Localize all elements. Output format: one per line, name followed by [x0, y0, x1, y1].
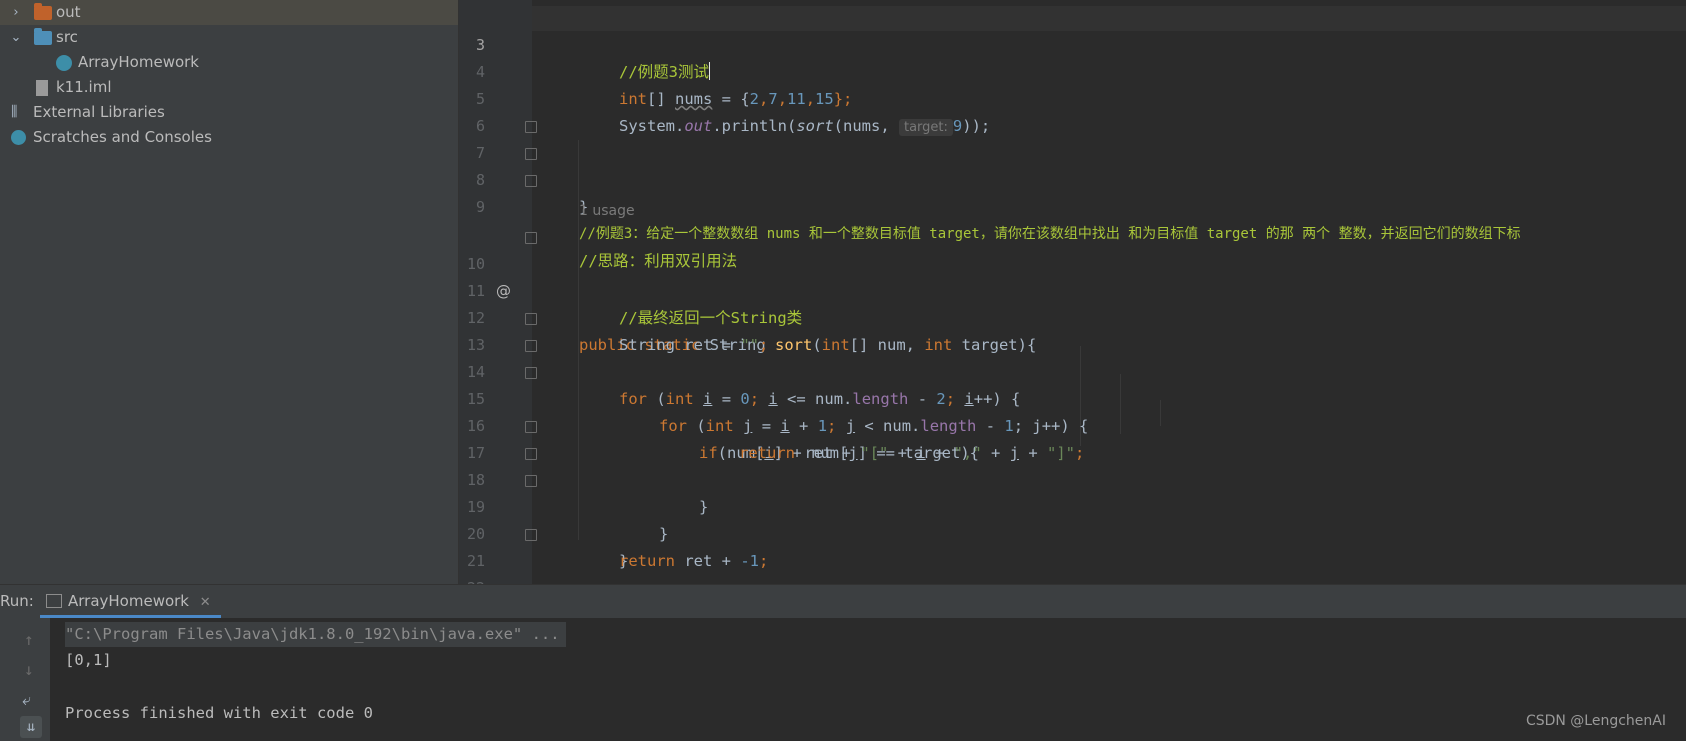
- fold-marker-icon[interactable]: [525, 232, 537, 244]
- fold-marker-icon[interactable]: [525, 448, 537, 460]
- code-line: 16 return ret + "[" + i + "," + j + "]";: [459, 386, 1686, 462]
- soft-wrap-icon[interactable]: ⤶: [22, 690, 31, 710]
- code-line: 6: [459, 86, 1686, 135]
- console-icon: [46, 594, 62, 608]
- console-output-line: Process finished with exit code 0: [65, 704, 373, 722]
- run-tab-label: ArrayHomework: [68, 592, 189, 610]
- code-line: 3 //例题3测试: [459, 5, 1686, 81]
- tree-item-out[interactable]: › out: [0, 0, 458, 25]
- code-line: 22 }: [459, 548, 1686, 584]
- arrow-down-icon[interactable]: ↓: [24, 660, 34, 679]
- chevron-right-icon[interactable]: ›: [9, 0, 23, 25]
- project-tree-panel: › out ⌄ src ArrayHomework k11.iml ⫼ Exte…: [0, 0, 458, 584]
- java-class-icon: [56, 55, 72, 71]
- run-console[interactable]: ↑ ↓ ⤶ ⇊ "C:\Program Files\Java\jdk1.8.0_…: [0, 618, 1686, 741]
- tree-item-label: k11.iml: [56, 78, 112, 96]
- run-toolwindow-header: Run: ArrayHomework ✕: [0, 584, 1686, 618]
- tree-item-scratches[interactable]: Scratches and Consoles: [0, 125, 458, 150]
- line-number: 22: [459, 575, 485, 584]
- close-icon[interactable]: ✕: [200, 595, 211, 610]
- fold-marker-icon[interactable]: [525, 367, 537, 379]
- folder-icon: [34, 28, 52, 45]
- code-line: 4 int[] nums = {2,7,11,15};: [459, 32, 1686, 108]
- run-tab-arrayhomework[interactable]: ArrayHomework ✕: [40, 585, 221, 618]
- folder-icon: [34, 3, 52, 20]
- code-line: 7 }: [459, 113, 1686, 216]
- tree-item-label: ArrayHomework: [78, 53, 199, 71]
- fold-marker-icon[interactable]: [525, 313, 537, 325]
- fold-marker-icon[interactable]: [525, 475, 537, 487]
- code-line: 12 String ret = "";: [459, 278, 1686, 354]
- console-output-line: [0,1]: [65, 651, 112, 669]
- tree-item-k11-iml[interactable]: k11.iml: [0, 75, 458, 100]
- tree-item-label: External Libraries: [33, 103, 165, 121]
- fold-marker-icon[interactable]: [525, 175, 537, 187]
- code-editor[interactable]: 3 //例题3测试 4 int[] nums = {2,7,11,15}; 5 …: [459, 0, 1686, 584]
- chevron-down-icon[interactable]: ⌄: [9, 25, 23, 50]
- line-number: 9: [475, 198, 485, 216]
- code-line: 5 System.out.println(sort(nums, target: 9…: [459, 59, 1686, 136]
- code-line: 18 }: [459, 440, 1686, 543]
- arrow-up-icon[interactable]: ↑: [24, 630, 34, 649]
- fold-marker-icon[interactable]: [525, 148, 537, 160]
- code-line: 10 @ public static String sort(int[] num…: [459, 224, 1686, 354]
- code-line: 15 if(num[i] + num[j] == target){: [459, 359, 1686, 462]
- tree-item-label: Scratches and Consoles: [33, 128, 212, 146]
- fold-marker-icon[interactable]: [525, 421, 537, 433]
- tree-item-label: out: [56, 3, 81, 21]
- console-toolbar: ↑ ↓ ⤶ ⇊: [0, 618, 50, 741]
- code-line: 11 //最终返回一个String类: [459, 251, 1686, 327]
- scroll-to-end-icon[interactable]: ⇊: [20, 716, 42, 738]
- code-line: 14 for (int j = i + 1; j < num.length - …: [459, 332, 1686, 435]
- console-command-line: "C:\Program Files\Java\jdk1.8.0_192\bin\…: [65, 622, 566, 647]
- tree-item-external-libraries[interactable]: ⫼ External Libraries: [0, 100, 458, 125]
- usage-hint[interactable]: 1 usage: [579, 203, 635, 219]
- tree-item-arrayhomework[interactable]: ArrayHomework: [0, 50, 458, 75]
- fold-marker-icon[interactable]: [525, 529, 537, 541]
- libraries-icon: ⫼: [11, 104, 18, 120]
- code-line: 13 for (int i = 0; i <= num.length - 2; …: [459, 305, 1686, 408]
- fold-marker-icon[interactable]: [525, 121, 537, 133]
- run-label: Run:: [0, 592, 34, 610]
- code-line: 9 //思路：利用双引用法: [459, 167, 1686, 270]
- watermark: CSDN @LengchenAI: [1525, 713, 1666, 729]
- tree-item-src[interactable]: ⌄ src: [0, 25, 458, 50]
- code-line: 8 //例题3：给定一个整数数组 nums 和一个整数目标值 target，请你…: [459, 140, 1686, 242]
- code-line: 21 }: [459, 521, 1686, 570]
- tree-item-label: src: [56, 28, 78, 46]
- file-icon: [36, 80, 48, 96]
- scratches-icon: [11, 130, 26, 145]
- code-line: 17 }: [459, 413, 1686, 516]
- fold-marker-icon[interactable]: [525, 340, 537, 352]
- code-line: 20 return ret + -1;: [459, 494, 1686, 570]
- code-line: 19 }: [459, 467, 1686, 570]
